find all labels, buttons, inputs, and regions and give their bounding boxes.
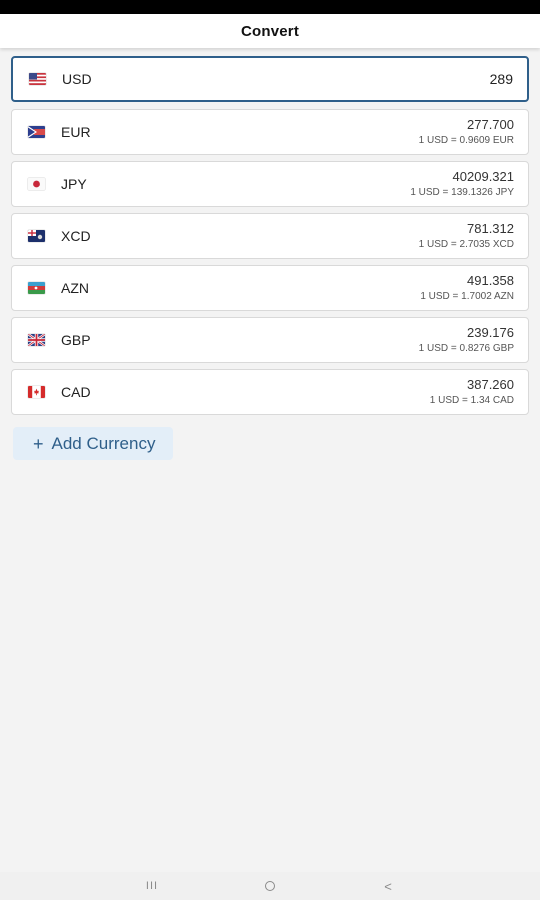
xcd-flag-icon <box>28 230 45 242</box>
gb-flag-icon <box>28 334 45 346</box>
currency-amount: 387.260 <box>467 377 514 392</box>
currency-row-cad[interactable]: CAD 387.260 1 USD = 1.34 CAD <box>11 369 529 415</box>
exchange-rate: 1 USD = 0.8276 GBP <box>418 343 514 354</box>
base-currency-row[interactable]: USD 289 <box>11 56 529 102</box>
currency-amount: 277.700 <box>467 117 514 132</box>
jp-flag-icon <box>28 178 45 190</box>
home-button[interactable] <box>211 879 329 894</box>
add-currency-button[interactable]: + Add Currency <box>13 427 174 460</box>
currency-list: USD 289 EUR 277.700 1 USD = 0.9609 EUR J… <box>0 48 540 460</box>
home-icon <box>265 880 275 891</box>
currency-amount: 491.358 <box>467 273 514 288</box>
base-amount-input[interactable]: 289 <box>490 71 513 87</box>
ca-flag-icon <box>28 386 45 398</box>
currency-code: AZN <box>61 280 89 296</box>
add-currency-label: Add Currency <box>51 433 156 453</box>
back-icon[interactable]: < <box>329 879 447 894</box>
exchange-rate: 1 USD = 1.34 CAD <box>429 395 514 406</box>
eu-flag-icon <box>28 126 45 138</box>
app-bar: Convert <box>0 14 540 48</box>
currency-code: JPY <box>61 176 87 192</box>
page-title: Convert <box>240 22 300 40</box>
plus-icon: + <box>33 433 44 454</box>
exchange-rate: 1 USD = 2.7035 XCD <box>418 239 514 250</box>
currency-amount: 781.312 <box>467 221 514 236</box>
exchange-rate: 1 USD = 139.1326 JPY <box>410 187 514 198</box>
currency-code: GBP <box>61 332 91 348</box>
currency-row-xcd[interactable]: XCD 781.312 1 USD = 2.7035 XCD <box>11 213 529 259</box>
currency-row-jpy[interactable]: JPY 40209.321 1 USD = 139.1326 JPY <box>11 161 529 207</box>
currency-code: XCD <box>61 228 91 244</box>
currency-row-azn[interactable]: AZN 491.358 1 USD = 1.7002 AZN <box>11 265 529 311</box>
currency-amount: 40209.321 <box>452 169 514 184</box>
currency-row-gbp[interactable]: GBP 239.176 1 USD = 0.8276 GBP <box>11 317 529 363</box>
currency-code: CAD <box>61 384 91 400</box>
currency-code: EUR <box>61 124 91 140</box>
az-flag-icon <box>28 282 45 294</box>
status-bar <box>0 0 540 14</box>
currency-row-eur[interactable]: EUR 277.700 1 USD = 0.9609 EUR <box>11 109 529 155</box>
system-nav-bar: III < <box>0 872 540 900</box>
currency-amount: 239.176 <box>467 325 514 340</box>
base-currency-code: USD <box>62 71 92 87</box>
us-flag-icon <box>29 73 46 85</box>
exchange-rate: 1 USD = 0.9609 EUR <box>418 135 514 146</box>
recents-icon[interactable]: III <box>93 880 211 892</box>
exchange-rate: 1 USD = 1.7002 AZN <box>420 291 514 302</box>
